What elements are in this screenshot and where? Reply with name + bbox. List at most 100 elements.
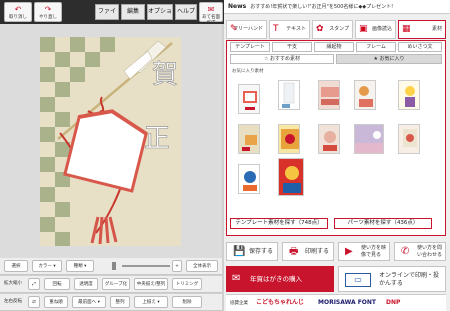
group-button[interactable]: グループ化: [102, 278, 130, 290]
favorite-thumb[interactable]: [354, 124, 384, 154]
menu-help[interactable]: ヘルプ: [175, 4, 197, 20]
search-parts-button[interactable]: パーツ素材を探す（436点）: [334, 218, 432, 229]
menu-options[interactable]: オプション: [147, 4, 173, 29]
tab-template[interactable]: テンプレート: [230, 42, 270, 52]
fit-view-label: 全体表示: [193, 264, 211, 269]
text-label: テキスト: [286, 26, 306, 32]
favorite-thumb[interactable]: [278, 124, 300, 154]
text-tool-button[interactable]: T テキスト: [269, 20, 310, 39]
online-print-banner[interactable]: ▭ オンラインで印刷・投かんする: [338, 266, 446, 292]
thumb-image: [399, 81, 419, 109]
type-dropdown[interactable]: 種類 ▾: [66, 260, 94, 272]
undo-icon: ↶: [14, 5, 22, 14]
tab-recommended[interactable]: ☆ おすすめ素材: [230, 54, 334, 64]
stack-order-button[interactable]: 重ね順: [44, 296, 68, 308]
align-button[interactable]: 整列: [110, 296, 130, 308]
thumb-image: [355, 125, 383, 153]
center-align-button[interactable]: 中央揃え/整列: [134, 278, 168, 290]
color-label: カラー: [38, 264, 52, 269]
delete-button[interactable]: 削除: [172, 296, 202, 308]
favorite-thumb[interactable]: [278, 80, 300, 110]
top-align-dropdown[interactable]: 上揃え ▾: [134, 296, 168, 308]
materials-tool-button[interactable]: ▦ 素材: [398, 20, 446, 39]
tab-favorites-label: お気に入り: [379, 56, 405, 62]
trim-button[interactable]: トリミング: [172, 278, 202, 290]
howto-video-button[interactable]: ▶ 使い方を映像で見る: [338, 242, 390, 261]
freehand-label: フリーハンド: [233, 26, 263, 32]
purchase-banner[interactable]: ✉ 年賀はがきの購入: [226, 266, 334, 292]
image-icon: ▣: [359, 24, 368, 34]
fit-view-button[interactable]: 全体表示: [186, 260, 218, 272]
postcard-icon: ✉: [232, 273, 241, 284]
color-dropdown[interactable]: カラー ▾: [32, 260, 62, 272]
undo-label: 取り消し: [9, 15, 27, 20]
sponsor-logo-3[interactable]: DNP: [386, 297, 426, 309]
freehand-tool-button[interactable]: ✎ フリーハンド: [226, 20, 267, 39]
favorite-thumb[interactable]: [278, 158, 304, 196]
monitor-icon: ▭: [345, 273, 371, 287]
stamp-label: スタンプ: [329, 26, 349, 32]
thumb-image: [279, 125, 299, 153]
print-button[interactable]: 🖶 印刷する: [282, 242, 334, 261]
tool-row-1: 選択 カラー ▾ 種類 ▾ + 全体表示: [0, 258, 222, 275]
sponsor-logo-1[interactable]: こどもちゃれんじ: [256, 297, 314, 309]
favorite-thumb[interactable]: [318, 124, 340, 154]
news-text[interactable]: おすすめ!年賀状で楽しい!"お正月"を500名様に◆◆プレゼント!: [250, 4, 393, 10]
materials-label: 素材: [431, 26, 442, 32]
resize-button[interactable]: ⤢: [28, 278, 40, 290]
front-back-dropdown[interactable]: 最前面へ ▾: [72, 296, 106, 308]
tab-greeting[interactable]: めいさつ文: [398, 42, 442, 52]
tab-frame[interactable]: フレーム: [356, 42, 396, 52]
favorite-thumb[interactable]: [238, 84, 260, 114]
slider-handle[interactable]: [112, 262, 116, 270]
select-tool-button[interactable]: 選択: [4, 260, 28, 272]
menu-file[interactable]: ファイル: [95, 4, 119, 29]
address-side-button[interactable]: ✉ あて名面作成: [199, 2, 223, 26]
stamp-tool-button[interactable]: ✿ スタンプ: [312, 20, 353, 39]
postcard-canvas[interactable]: 賀 正: [40, 37, 181, 246]
flip-button[interactable]: ⇄: [28, 296, 40, 308]
resize-label: 拡大縮小: [4, 281, 22, 286]
sponsor-logo-2[interactable]: MORISAWA FONT: [318, 297, 382, 309]
postcard-icon: ✉: [207, 5, 215, 14]
favorite-thumb[interactable]: [318, 80, 340, 110]
favorite-thumb[interactable]: [354, 80, 376, 110]
redo-button[interactable]: ↷ やり直し: [34, 2, 62, 22]
image-load-button[interactable]: ▣ 画像読込: [355, 20, 396, 39]
favorite-thumb[interactable]: [398, 80, 420, 110]
print-label: 印刷する: [305, 248, 330, 255]
select-label: 選択: [11, 264, 21, 269]
card-title-2: 正: [144, 124, 170, 154]
top-align-label: 上揃え: [142, 300, 156, 305]
save-button[interactable]: 💾 保存する: [226, 242, 278, 261]
postcard-artwork: 賀 正: [40, 37, 178, 246]
favorite-thumb[interactable]: [238, 164, 260, 194]
sponsor-label: 協賛企業: [230, 301, 248, 306]
pen-icon: ✎: [230, 24, 238, 34]
menu-edit[interactable]: 編集: [121, 4, 145, 20]
zoom-in-button[interactable]: +: [172, 260, 182, 272]
tab-favorites[interactable]: ★ お気に入り: [336, 54, 442, 64]
tab-engimono[interactable]: 縁起物: [314, 42, 354, 52]
video-icon: ▶: [345, 246, 353, 257]
delete-label: 削除: [182, 300, 192, 305]
howto-help-button[interactable]: ✆ 使い方を問い合わせる: [394, 242, 446, 261]
favorite-thumb[interactable]: [398, 124, 420, 154]
thumb-image: [399, 125, 419, 153]
favorite-thumb[interactable]: [238, 124, 260, 154]
center-align-label: 中央揃え/整列: [136, 282, 166, 287]
trim-label: トリミング: [175, 282, 199, 287]
zoom-slider[interactable]: [122, 265, 170, 267]
rotate-button[interactable]: 回転: [44, 278, 70, 290]
tab-eto[interactable]: 干支: [272, 42, 312, 52]
rotate-label: 回転: [52, 282, 62, 287]
transparency-button[interactable]: 透明度: [74, 278, 98, 290]
front-back-label: 最前面へ: [78, 300, 97, 305]
group-label: グループ化: [104, 282, 128, 287]
search-templates-button[interactable]: テンプレート素材を探す（748点）: [230, 218, 328, 229]
tab-recommended-label: おすすめ素材: [270, 56, 301, 62]
thumb-image: [355, 81, 375, 109]
news-label: News: [228, 3, 247, 10]
undo-button[interactable]: ↶ 取り消し: [4, 2, 32, 22]
transparency-label: 透明度: [79, 282, 93, 287]
